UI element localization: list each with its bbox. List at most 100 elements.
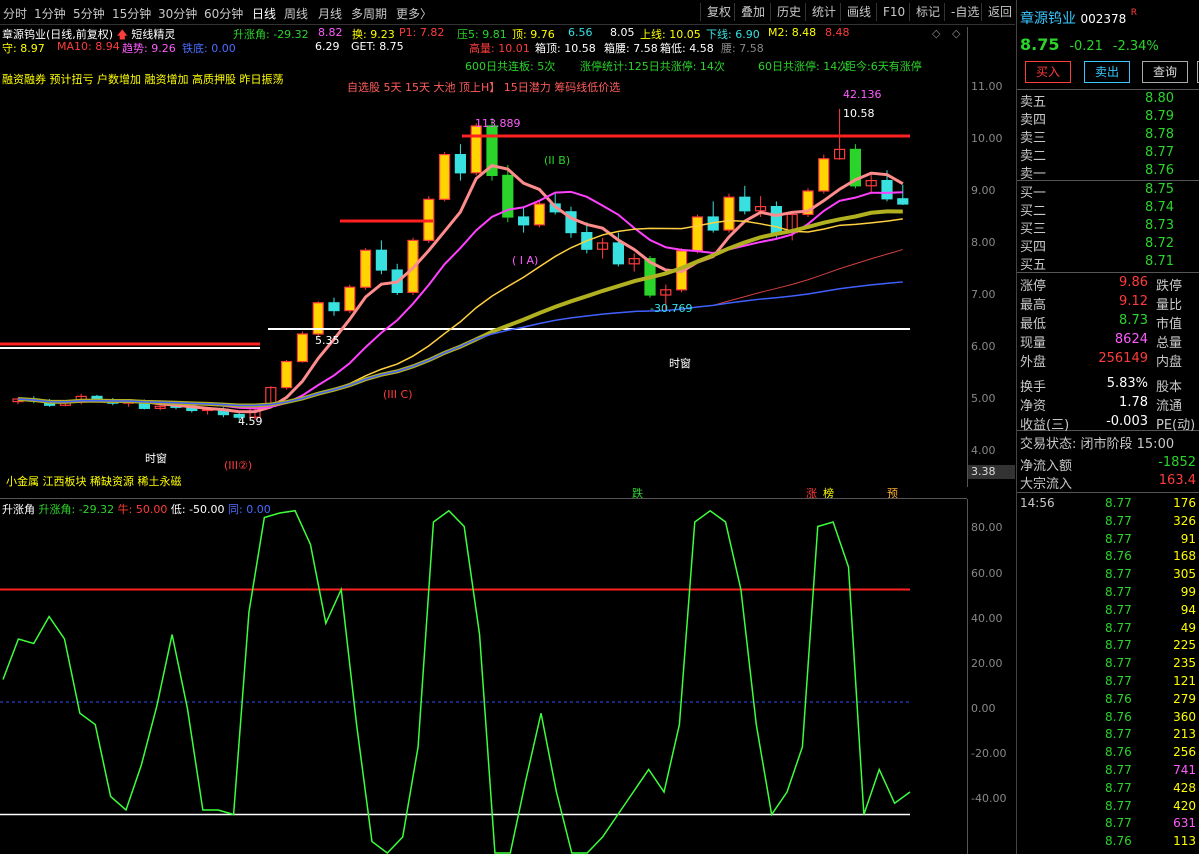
tab-30min[interactable]: 30分钟 xyxy=(158,5,197,22)
stat-label: 外盘 xyxy=(1020,355,1047,370)
osc-tick: 0.00 xyxy=(971,702,996,715)
tick-volume: 305 xyxy=(1173,567,1196,582)
overlay-button[interactable]: 叠加 xyxy=(734,3,771,21)
mark-button[interactable]: 标记 xyxy=(909,3,946,21)
oscillator-chart[interactable] xyxy=(0,499,967,854)
candle xyxy=(581,222,593,254)
tick-volume: 121 xyxy=(1173,674,1196,688)
tick-price: 8.77 xyxy=(1105,674,1132,688)
tick-row: 8.77 49 xyxy=(1020,621,1198,639)
candle-body xyxy=(897,198,909,205)
tick-price: 8.76 xyxy=(1105,691,1132,706)
tab-more[interactable]: 更多〉 xyxy=(396,5,432,22)
stat-label-2: PE(动) xyxy=(1156,418,1196,433)
candle xyxy=(723,193,735,233)
price-change-pct: -2.34% xyxy=(1112,39,1159,54)
candle xyxy=(296,331,308,363)
tick-volume: 113 xyxy=(1173,834,1196,849)
bid-row: 买三 8.73 xyxy=(1020,218,1198,237)
candle-body xyxy=(691,216,704,252)
candle xyxy=(565,206,577,238)
price-tick: 10.00 xyxy=(971,132,1003,145)
stat-label: 收益(三) xyxy=(1020,418,1070,433)
block-inflow-label: 大宗流入 xyxy=(1020,477,1073,492)
tick-price: 8.76 xyxy=(1105,745,1132,760)
quote-panel: 章源钨业 002378 R 8.75 -0.21 -2.34% 买入 卖出 查询… xyxy=(1016,0,1199,854)
candle-body xyxy=(281,360,293,389)
tick-volume: 420 xyxy=(1173,798,1196,813)
price-chart[interactable] xyxy=(0,27,967,487)
tab-weekly[interactable]: 周线 xyxy=(284,5,308,22)
stat-label: 净资 xyxy=(1020,399,1047,414)
bid-row: 买五 8.71 xyxy=(1020,254,1198,273)
tick-price: 8.77 xyxy=(1105,620,1132,635)
tick-price: 8.77 xyxy=(1105,513,1132,528)
bid-level-label: 买二 xyxy=(1020,204,1047,219)
block-inflow-row: 大宗流入 163.4 xyxy=(1020,473,1198,492)
tab-1min[interactable]: 1分钟 xyxy=(34,5,66,22)
stat-value: 9.12 xyxy=(1119,294,1148,309)
peak-price: 10.58 xyxy=(843,107,875,120)
tab-multi-period[interactable]: 多周期 xyxy=(351,5,387,22)
price-tick: 6.00 xyxy=(971,340,996,353)
tick-row: 14:56 8.77 176 xyxy=(1020,496,1198,514)
tab-monthly[interactable]: 月线 xyxy=(318,5,342,22)
candle xyxy=(328,297,340,316)
query-button[interactable]: 查询 xyxy=(1142,61,1188,83)
history-button[interactable]: 历史 xyxy=(770,3,807,21)
candle xyxy=(470,123,482,176)
ask-row: 卖二 8.77 xyxy=(1020,145,1198,164)
stat-label-2: 跌停 xyxy=(1156,279,1183,294)
sector-tags: 小金属 江西板块 稀缺资源 稀土永磁 xyxy=(6,475,182,488)
tick-price: 8.77 xyxy=(1105,585,1132,599)
osc-axis: 80.00 60.00 40.00 20.00 0.00 -20.00 -40.… xyxy=(967,499,1016,854)
candle-body xyxy=(454,153,466,174)
ask-level-label: 卖一 xyxy=(1020,167,1047,182)
stat-row: 涨停 9.86 跌停 xyxy=(1020,275,1198,294)
buy-button[interactable]: 买入 xyxy=(1025,61,1071,83)
stat-row: 收益(三) -0.003 PE(动) xyxy=(1020,414,1198,433)
ask-level-label: 卖二 xyxy=(1020,149,1047,164)
stat-row: 换手 5.83% 股本 xyxy=(1020,376,1198,395)
net-inflow-label: 净流入额 xyxy=(1020,459,1073,474)
stat-label-2: 总量 xyxy=(1156,336,1183,351)
time-window-label: 时窗 xyxy=(145,452,167,465)
tab-5min[interactable]: 5分钟 xyxy=(73,5,105,22)
candle-body xyxy=(470,125,482,174)
stock-name: 章源钨业 xyxy=(1020,11,1076,27)
tab-15min[interactable]: 15分钟 xyxy=(112,5,151,22)
stat-label: 涨停 xyxy=(1020,279,1047,294)
remove-watchlist-button[interactable]: -自选 xyxy=(944,3,985,21)
sell-button[interactable]: 卖出 xyxy=(1084,61,1130,83)
bid-level-label: 买四 xyxy=(1020,240,1047,255)
ma5-line xyxy=(17,164,904,414)
tick-price: 8.77 xyxy=(1105,567,1132,582)
draw-button[interactable]: 画线 xyxy=(840,3,877,21)
tick-row: 8.77 631 xyxy=(1020,816,1198,834)
tick-price: 8.77 xyxy=(1105,763,1132,777)
ask-row: 卖四 8.79 xyxy=(1020,109,1198,128)
stat-value: -0.003 xyxy=(1106,414,1148,429)
ask-price: 8.80 xyxy=(1145,91,1174,106)
tick-price: 8.77 xyxy=(1105,531,1132,546)
ask-level-label: 卖四 xyxy=(1020,113,1047,128)
tab-60min[interactable]: 60分钟 xyxy=(204,5,243,22)
stat-row: 净资 1.78 流通 xyxy=(1020,395,1198,414)
tab-fenshi[interactable]: 分时 xyxy=(3,5,27,22)
f10-button[interactable]: F10 xyxy=(876,3,911,21)
fuquan-button[interactable]: 复权 xyxy=(700,3,737,21)
osc-tick: -40.00 xyxy=(971,792,1007,805)
stat-label-2: 股本 xyxy=(1156,380,1183,395)
stat-label-2: 流通 xyxy=(1156,399,1183,414)
stat-label-2: 内盘 xyxy=(1156,355,1183,370)
back-button[interactable]: 返回 xyxy=(981,3,1018,21)
tick-volume: 49 xyxy=(1180,620,1196,635)
price-tick: 4.00 xyxy=(971,444,996,457)
candle xyxy=(818,154,830,194)
high-mark: 42.136 xyxy=(843,88,882,101)
stats-button[interactable]: 统计 xyxy=(805,3,842,21)
tick-row: 8.77 94 xyxy=(1020,603,1198,621)
tick-price: 8.76 xyxy=(1105,709,1132,724)
tab-daily[interactable]: 日线 xyxy=(252,5,276,22)
stat-value: 8624 xyxy=(1114,332,1148,347)
